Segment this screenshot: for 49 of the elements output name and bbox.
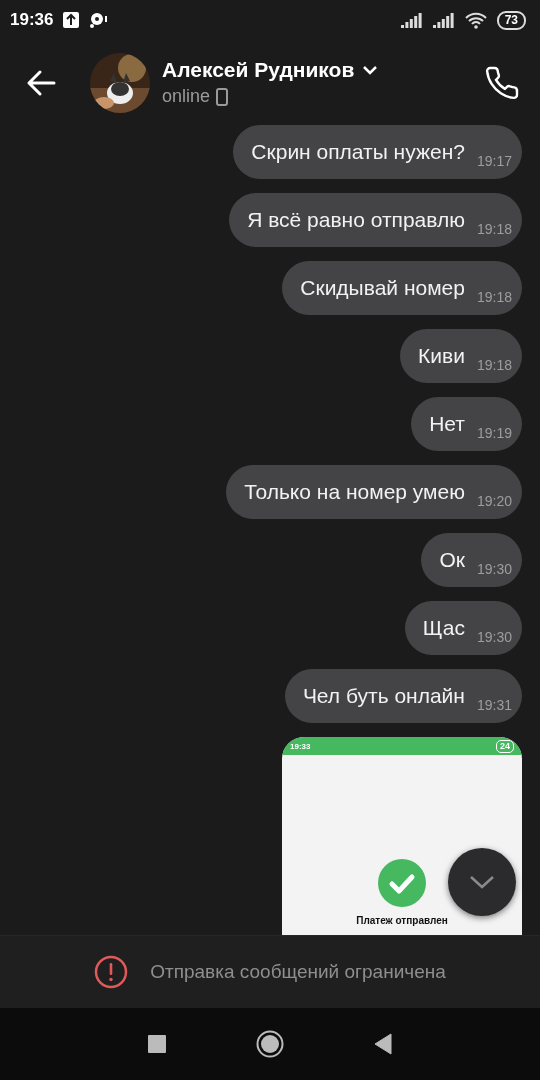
message-text: Скрин оплаты нужен? bbox=[251, 140, 465, 164]
message-text: Чел буть онлайн bbox=[302, 684, 465, 708]
phone-device-icon bbox=[216, 87, 229, 106]
message-time: 19:31 bbox=[476, 697, 512, 713]
message-text: Киви bbox=[418, 344, 465, 368]
message-time: 19:30 bbox=[476, 561, 512, 577]
message-bubble[interactable]: Ок 19:30 bbox=[421, 533, 522, 587]
message-bubble[interactable]: Я всё равно отправлю 19:18 bbox=[229, 193, 522, 247]
wifi-icon bbox=[464, 11, 487, 29]
battery-indicator: 24 bbox=[496, 739, 514, 753]
message-text: Щас bbox=[422, 616, 465, 640]
message-time: 19:18 bbox=[476, 221, 512, 237]
chevron-down-icon[interactable] bbox=[362, 65, 379, 75]
message-time: 19:19 bbox=[476, 425, 512, 441]
signal-icon bbox=[432, 12, 455, 28]
message-text: Ок bbox=[439, 548, 465, 572]
contact-name[interactable]: Алексей Рудников bbox=[162, 58, 355, 82]
online-status: online bbox=[162, 86, 211, 107]
message-time: 19:18 bbox=[476, 357, 512, 373]
warning-icon bbox=[94, 955, 129, 989]
phone-call-icon[interactable] bbox=[484, 64, 520, 101]
upload-icon bbox=[63, 12, 80, 28]
success-check-icon bbox=[378, 859, 426, 907]
battery-indicator: 73 bbox=[496, 10, 526, 30]
message-time: 19:18 bbox=[476, 289, 512, 305]
message-bubble[interactable]: Киви 19:18 bbox=[400, 329, 522, 383]
message-text: Я всё равно отправлю bbox=[247, 208, 465, 232]
message-time: 19:20 bbox=[476, 493, 512, 509]
chevron-down-icon bbox=[469, 875, 495, 889]
restriction-text: Отправка сообщений ограничена bbox=[150, 961, 446, 983]
screenshot-image[interactable]: 19:33 24 Платеж отправлен bbox=[282, 737, 522, 935]
signal-icon bbox=[400, 12, 423, 28]
payment-status-text: Платеж отправлен bbox=[356, 915, 448, 926]
message-text: Нет bbox=[429, 412, 465, 436]
message-text: Скидывай номер bbox=[300, 276, 465, 300]
home-icon[interactable] bbox=[256, 1030, 284, 1058]
message-bubble[interactable]: Нет 19:19 bbox=[411, 397, 522, 451]
message-bubble[interactable]: Скидывай номер 19:18 bbox=[282, 261, 522, 315]
clock: 19:36 bbox=[10, 10, 54, 30]
message-time: 19:30 bbox=[476, 629, 512, 645]
message-bubble[interactable]: Щас 19:30 bbox=[404, 601, 522, 655]
message-time: 19:17 bbox=[476, 153, 512, 169]
clock: 19:33 bbox=[290, 741, 311, 751]
back-icon[interactable] bbox=[374, 1033, 392, 1055]
message-bubble[interactable]: Скрин оплаты нужен? 19:17 bbox=[233, 125, 522, 179]
message-bubble[interactable]: Только на номер умею 19:20 bbox=[226, 465, 522, 519]
message-bubble[interactable]: Чел буть онлайн 19:31 bbox=[284, 669, 522, 723]
notification-icon bbox=[89, 12, 108, 28]
message-text: Только на номер умею bbox=[244, 480, 465, 504]
